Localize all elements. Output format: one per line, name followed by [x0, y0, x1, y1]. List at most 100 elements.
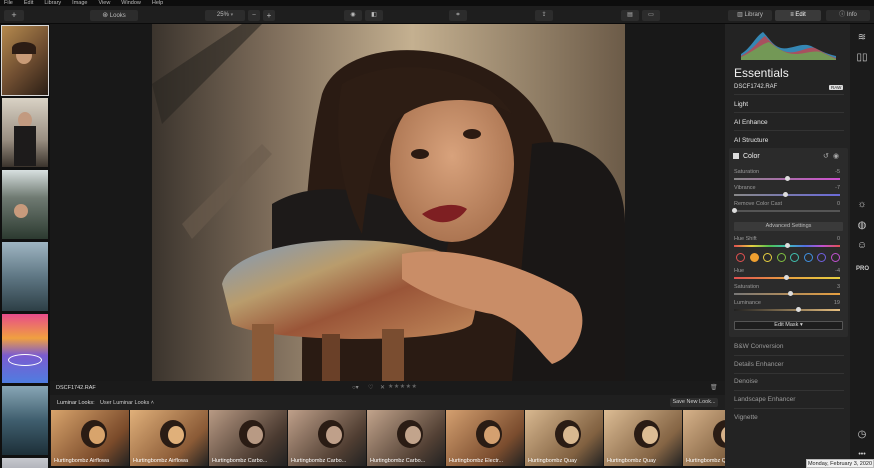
color-channel-dot[interactable]: [803, 253, 813, 262]
look-thumbnail[interactable]: Hurtingbombz Quay: [604, 410, 683, 466]
looks-button[interactable]: ⊛ Looks: [90, 10, 138, 21]
portrait-icon[interactable]: ☺: [856, 240, 868, 252]
chevron-up-icon: ˄: [150, 400, 154, 406]
compare-button[interactable]: ◧: [365, 10, 383, 21]
color-title: Color: [743, 153, 760, 160]
edit-mask-button[interactable]: Edit Mask ▾: [734, 321, 843, 330]
single-view-button[interactable]: ▭: [642, 10, 660, 21]
preview-eye-button[interactable]: ◉: [344, 10, 362, 21]
trash-icon[interactable]: 🗑: [710, 384, 718, 391]
zoom-out-button[interactable]: –: [248, 10, 260, 21]
export-button[interactable]: ⇪: [535, 10, 553, 21]
hue-shift-label: Hue Shift: [734, 236, 757, 242]
reject-icon[interactable]: ✕: [380, 384, 385, 391]
filmstrip-thumb-selected[interactable]: [1, 25, 49, 96]
toolbar: + ⊛ Looks 25% ▾ – + ◉ ◧ ⌗ ⇪ ▤ ▭ ▥ Librar…: [0, 6, 874, 24]
tab-edit[interactable]: ≡ Edit: [775, 10, 821, 21]
luminance-slider[interactable]: [734, 307, 840, 312]
color-channel-dot[interactable]: [763, 253, 772, 262]
label-color-icon[interactable]: ○▾: [352, 384, 359, 391]
color-channel-dot[interactable]: [790, 253, 799, 262]
look-thumbnail[interactable]: Hurtingbombz Quay: [525, 410, 604, 466]
filmstrip-thumb[interactable]: [2, 170, 48, 239]
reset-icon[interactable]: ↺: [823, 152, 829, 160]
main-photo[interactable]: [152, 24, 625, 381]
look-thumbnail[interactable]: Hurtingbombz Carbo...: [209, 410, 288, 466]
canvas-icon[interactable]: ▯▯: [856, 52, 868, 64]
panel-title: Essentials: [734, 66, 789, 80]
history-clock-icon[interactable]: ◷: [856, 429, 868, 441]
look-name: Hurtingbombz Airflowa: [54, 458, 110, 464]
color-channel-dot[interactable]: [830, 253, 840, 262]
look-name: Hurtingbombz Carbo...: [370, 458, 426, 464]
palette-icon[interactable]: ◍: [856, 220, 868, 232]
look-preview-face: [89, 426, 105, 444]
divider: [734, 130, 844, 131]
color-channel-dot[interactable]: [749, 253, 759, 262]
layers-icon[interactable]: ≋: [856, 32, 868, 44]
gallery-view-button[interactable]: ▤: [621, 10, 639, 21]
tab-info-label: Info: [846, 12, 857, 18]
filmstrip-thumb[interactable]: [2, 314, 48, 383]
pro-icon[interactable]: PRO: [856, 263, 869, 275]
look-thumbnail[interactable]: Hurtingbombz Carbo...: [288, 410, 367, 466]
vibrance-slider[interactable]: [734, 192, 840, 197]
saturation-2-slider[interactable]: [734, 291, 840, 296]
look-preview-face: [484, 426, 500, 444]
looks-category-select[interactable]: User Luminar Looks ˄: [100, 400, 154, 406]
looks-category-value: User Luminar Looks: [100, 400, 150, 406]
look-thumbnail[interactable]: Hurtingbombz Airflowa: [130, 410, 209, 466]
section-ai-enhance[interactable]: AI Enhance: [734, 119, 844, 126]
image-canvas[interactable]: [50, 24, 725, 381]
edit-panel: Essentials DSCF1742.RAF RAW Light AI Enh…: [725, 24, 850, 468]
star-rating[interactable]: ★★★★★: [388, 383, 417, 390]
crop-button[interactable]: ⌗: [449, 10, 467, 21]
looks-icon: ⊛: [102, 12, 109, 19]
info-icon: ⓘ: [839, 12, 846, 18]
section-light[interactable]: Light: [734, 101, 844, 108]
look-thumbnail[interactable]: Hurtingbombz Electr...: [446, 410, 525, 466]
compare-icon: ◧: [371, 12, 377, 18]
look-thumbnail[interactable]: Hurtingbombz Airflowa: [51, 410, 130, 466]
tool-rail: ≋ ▯▯ ☼ ◍ ☺ PRO ◷ •••: [850, 24, 874, 468]
advanced-settings-button[interactable]: Advanced Settings: [734, 222, 843, 231]
save-new-look-button[interactable]: Save New Look...: [670, 398, 718, 407]
filmstrip-thumb[interactable]: [2, 386, 48, 455]
filmstrip-thumb[interactable]: [2, 242, 48, 311]
share-icon: ⇪: [541, 12, 547, 18]
heart-icon[interactable]: ♡: [368, 384, 373, 391]
filmstrip-thumb[interactable]: [2, 458, 48, 468]
tab-info[interactable]: ⓘ Info: [826, 10, 870, 21]
color-section: Color ↺ ◉ Saturation -5 Vibrance -7 Remo…: [729, 148, 848, 337]
add-button[interactable]: +: [4, 10, 24, 21]
zoom-select[interactable]: 25% ▾: [205, 10, 245, 21]
hue-slider[interactable]: [734, 275, 840, 280]
eye-icon: ◉: [350, 12, 356, 18]
color-channel-dot[interactable]: [817, 253, 826, 262]
tab-library[interactable]: ▥ Library: [728, 10, 772, 21]
color-channel-dot[interactable]: [736, 253, 745, 262]
saturation-slider[interactable]: [734, 176, 840, 181]
look-thumbnail[interactable]: Hurtingbombz Carbo...: [367, 410, 446, 466]
color-toggle-icon[interactable]: [733, 153, 739, 159]
section-denoise[interactable]: Denoise: [734, 378, 844, 385]
visibility-eye-icon[interactable]: ◉: [833, 152, 839, 160]
filmstrip-thumb[interactable]: [2, 98, 48, 167]
section-ai-structure[interactable]: AI Structure: [734, 137, 844, 144]
portrait-image: [152, 24, 625, 381]
filmstrip: [0, 24, 50, 468]
zoom-in-button[interactable]: +: [263, 10, 275, 21]
sun-icon[interactable]: ☼: [856, 199, 868, 211]
look-preview-face: [168, 426, 184, 444]
look-name: Hurtingbombz Carbo...: [291, 458, 347, 464]
histogram: [741, 28, 836, 60]
section-details-enhancer[interactable]: Details Enhancer: [734, 361, 844, 368]
panel-filename: DSCF1742.RAF: [734, 84, 778, 90]
section-bw-conversion[interactable]: B&W Conversion: [734, 343, 844, 350]
hue-shift-slider[interactable]: [734, 243, 840, 248]
section-vignette[interactable]: Vignette: [734, 414, 844, 421]
remove-color-cast-slider[interactable]: [732, 208, 840, 213]
section-landscape-enhancer[interactable]: Landscape Enhancer: [734, 396, 844, 403]
divider: [734, 355, 844, 356]
color-channel-dot[interactable]: [776, 253, 786, 262]
